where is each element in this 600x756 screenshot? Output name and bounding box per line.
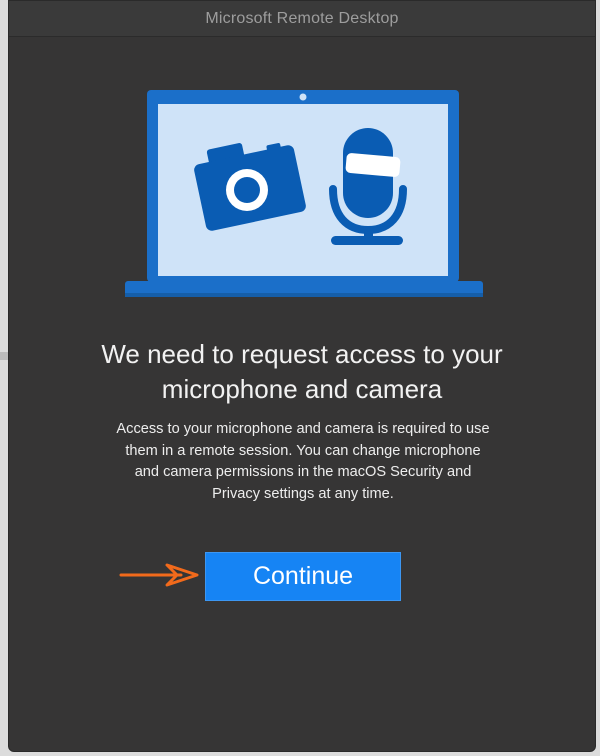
arrow-right-icon: [119, 563, 199, 587]
heading-line-2: microphone and camera: [161, 374, 443, 404]
window-title: Microsoft Remote Desktop: [205, 10, 399, 27]
description-line-1: Access to your microphone and camera is …: [116, 421, 490, 437]
description-line-2: them in a remote session. You can change…: [125, 442, 481, 459]
laptop-icon: [125, 90, 483, 297]
window-titlebar[interactable]: Microsoft Remote Desktop: [9, 1, 595, 37]
laptop-illustration: [125, 90, 483, 297]
description-line-3: and camera permissions in the macOS Secu…: [134, 464, 472, 480]
dialog-heading: We need to request access to your microp…: [9, 337, 595, 407]
permission-dialog-window: Microsoft Remote Desktop We need to requ…: [8, 0, 596, 752]
description-line-4: Privacy settings at any time.: [212, 485, 394, 502]
continue-button[interactable]: Continue: [205, 552, 401, 601]
background-window-edge: [0, 352, 8, 360]
heading-line-1: We need to request access to your: [101, 339, 503, 369]
dialog-description: Access to your microphone and camera is …: [69, 419, 537, 505]
